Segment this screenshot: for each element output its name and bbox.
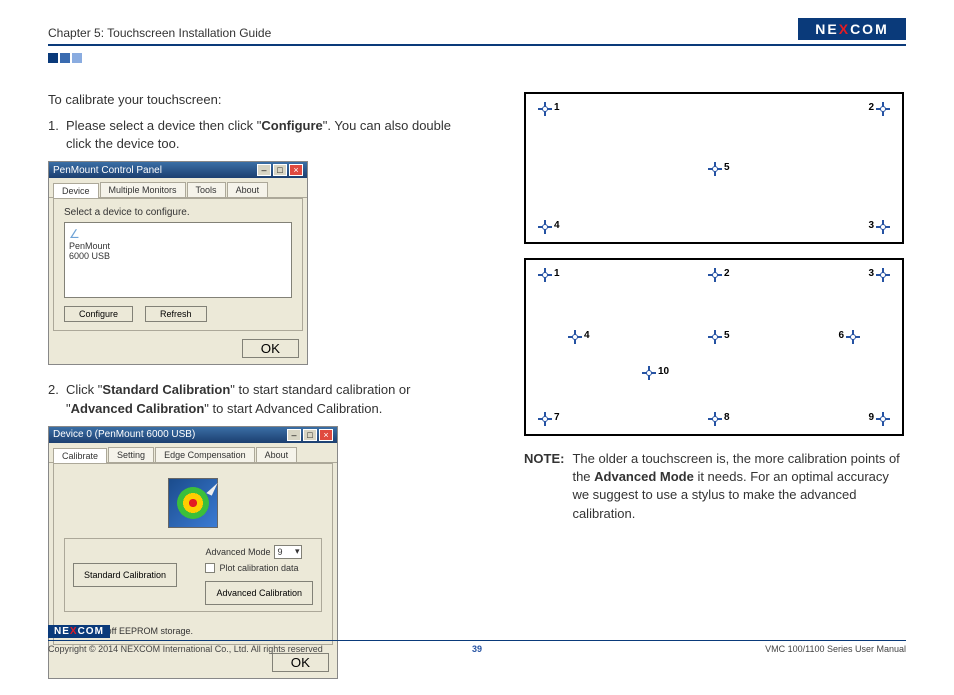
device-list[interactable]: ∠ PenMount 6000 USB bbox=[64, 222, 292, 298]
tab-multiple-monitors[interactable]: Multiple Monitors bbox=[100, 182, 186, 197]
minimize-icon[interactable]: – bbox=[287, 429, 301, 441]
select-device-hint: Select a device to configure. bbox=[64, 207, 292, 218]
step-2: 2. Click "Standard Calibration" to start… bbox=[48, 381, 468, 417]
penmount-control-panel-dialog: PenMount Control Panel – □ × Device Mult… bbox=[48, 161, 308, 365]
tab-about[interactable]: About bbox=[227, 182, 269, 197]
footer-logo: NEXCOM bbox=[48, 625, 110, 638]
calibration-point: 6 bbox=[844, 328, 862, 346]
dialog1-title: PenMount Control Panel bbox=[53, 165, 162, 176]
chapter-title: Chapter 5: Touchscreen Installation Guid… bbox=[48, 26, 271, 40]
calibration-9-point-diagram: 1 2 3 4 5 6 7 8 9 10 bbox=[524, 258, 904, 436]
note-block: NOTE: The older a touchscreen is, the mo… bbox=[524, 450, 904, 523]
calibration-point: 7 bbox=[536, 410, 554, 428]
tab-calibrate[interactable]: Calibrate bbox=[53, 448, 107, 463]
calibration-point: 9 bbox=[874, 410, 892, 428]
calibration-point: 10 bbox=[640, 364, 658, 382]
page-number: 39 bbox=[472, 644, 482, 654]
maximize-icon[interactable]: □ bbox=[303, 429, 317, 441]
calibration-point: 2 bbox=[706, 266, 724, 284]
dialog2-title: Device 0 (PenMount 6000 USB) bbox=[53, 429, 195, 440]
calibration-target-icon bbox=[168, 478, 218, 528]
ok-button[interactable]: OK bbox=[242, 339, 299, 358]
calibration-point: 1 bbox=[536, 100, 554, 118]
calibration-point: 2 bbox=[874, 100, 892, 118]
standard-calibration-button[interactable]: Standard Calibration bbox=[73, 563, 177, 587]
tab-device[interactable]: Device bbox=[53, 183, 99, 198]
calibration-point: 4 bbox=[566, 328, 584, 346]
configure-button[interactable]: Configure bbox=[64, 306, 133, 322]
copyright: Copyright © 2014 NEXCOM International Co… bbox=[48, 644, 323, 654]
intro-text: To calibrate your touchscreen: bbox=[48, 92, 468, 107]
tab-setting[interactable]: Setting bbox=[108, 447, 154, 462]
tab-about[interactable]: About bbox=[256, 447, 298, 462]
plot-label: Plot calibration data bbox=[219, 563, 298, 573]
calibration-point: 5 bbox=[706, 160, 724, 178]
calibration-point: 8 bbox=[706, 410, 724, 428]
ok-button[interactable]: OK bbox=[272, 653, 329, 672]
advanced-mode-label: Advanced Mode bbox=[205, 547, 270, 557]
plot-checkbox[interactable] bbox=[205, 563, 215, 573]
calibration-point: 3 bbox=[874, 266, 892, 284]
tab-tools[interactable]: Tools bbox=[187, 182, 226, 197]
close-icon[interactable]: × bbox=[289, 164, 303, 176]
step-1: 1. Please select a device then click "Co… bbox=[48, 117, 468, 153]
calibration-point: 1 bbox=[536, 266, 554, 284]
brand-logo: NEXCOM bbox=[798, 18, 906, 40]
tab-edge-compensation[interactable]: Edge Compensation bbox=[155, 447, 255, 462]
calibration-point: 4 bbox=[536, 218, 554, 236]
close-icon[interactable]: × bbox=[319, 429, 333, 441]
doc-title: VMC 100/1100 Series User Manual bbox=[765, 644, 906, 654]
decorative-squares bbox=[48, 52, 906, 66]
advanced-mode-combo[interactable]: 9▾ bbox=[274, 545, 302, 559]
maximize-icon[interactable]: □ bbox=[273, 164, 287, 176]
calibration-point: 3 bbox=[874, 218, 892, 236]
calibration-5-point-diagram: 1 2 3 4 5 bbox=[524, 92, 904, 244]
advanced-calibration-button[interactable]: Advanced Calibration bbox=[205, 581, 313, 605]
refresh-button[interactable]: Refresh bbox=[145, 306, 207, 322]
minimize-icon[interactable]: – bbox=[257, 164, 271, 176]
calibration-point: 5 bbox=[706, 328, 724, 346]
device-icon: ∠ bbox=[69, 227, 80, 241]
